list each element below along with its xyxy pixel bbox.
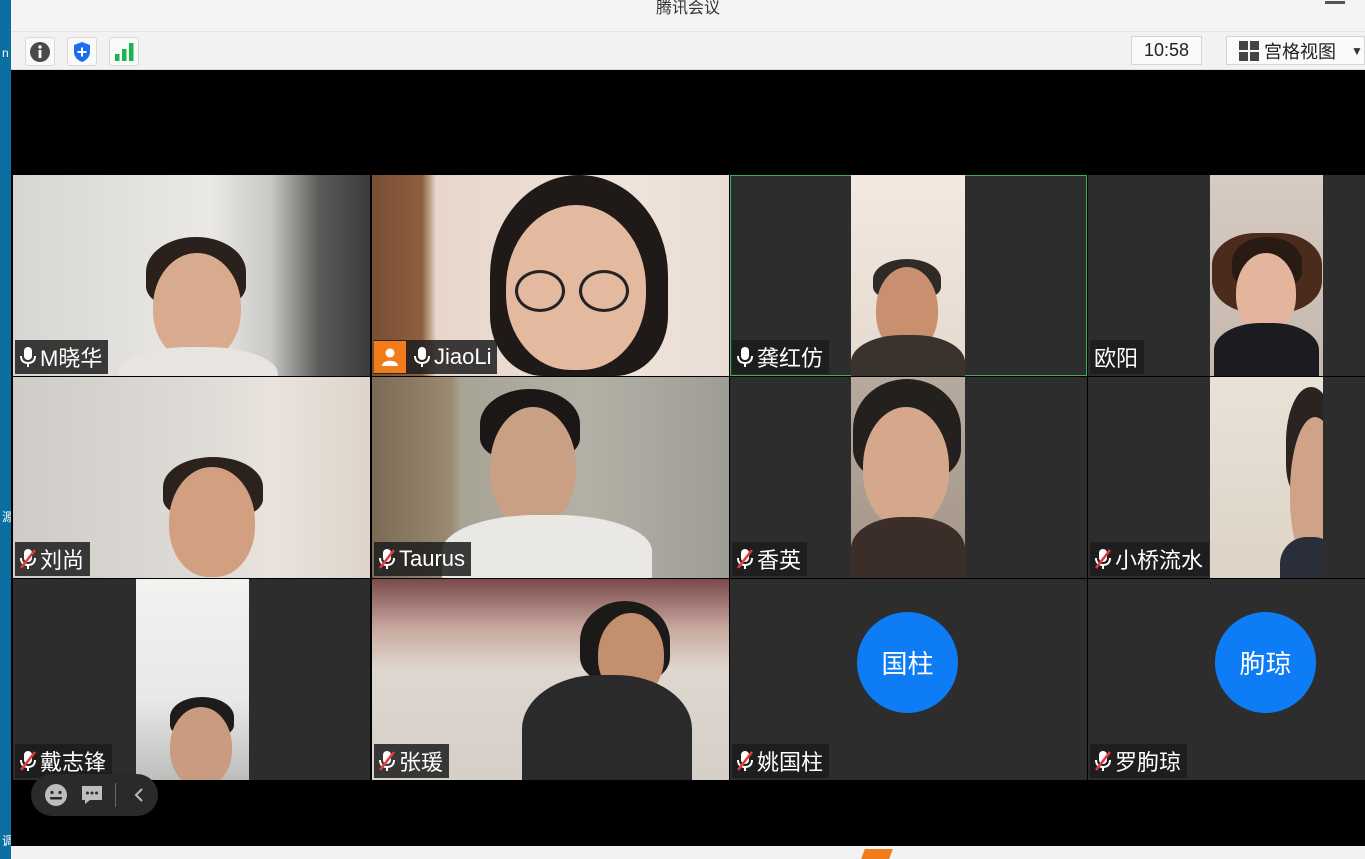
muted-microphone-icon xyxy=(19,548,37,570)
participant-nametag: JiaoLi xyxy=(374,340,498,374)
bar-divider xyxy=(115,783,116,807)
participant-name: Taurus xyxy=(399,546,466,571)
floating-action-bar xyxy=(31,774,158,816)
participant-nametag: 戴志锋 xyxy=(15,744,113,778)
emoji-icon xyxy=(45,784,67,806)
participant-nametag: 龚红仿 xyxy=(732,340,830,374)
meeting-toolbar: 10:58 宫格视图 ▼ xyxy=(11,31,1365,70)
participant-tile[interactable]: 张瑗 xyxy=(372,579,729,780)
grid-view-dropdown[interactable]: 宫格视图 ▼ xyxy=(1226,36,1365,65)
participant-tile[interactable]: 香英 xyxy=(730,377,1087,578)
microphone-icon xyxy=(413,346,431,368)
view-label: 宫格视图 xyxy=(1264,41,1336,62)
participant-nametag: 欧阳 xyxy=(1090,340,1145,374)
taskbar-app-icon xyxy=(861,849,893,859)
collapse-chevron-icon xyxy=(134,788,143,802)
video-feed xyxy=(136,579,249,780)
participant-tile[interactable]: Taurus xyxy=(372,377,729,578)
microphone-icon xyxy=(19,346,37,368)
participant-tile-camera-off[interactable]: 朐琼 罗朐琼 xyxy=(1088,579,1365,780)
participant-name: 欧阳 xyxy=(1094,346,1139,371)
participant-name: 刘尚 xyxy=(40,548,85,573)
info-icon xyxy=(30,41,50,62)
participant-avatar: 朐琼 xyxy=(1215,612,1316,713)
participant-nametag: 罗朐琼 xyxy=(1090,744,1188,778)
participant-name: 张瑗 xyxy=(399,750,444,775)
video-feed xyxy=(1210,377,1323,578)
muted-microphone-icon xyxy=(378,548,396,570)
participant-nametag: 香英 xyxy=(732,542,808,576)
participant-nametag: M晓华 xyxy=(15,340,109,374)
meeting-app: n 源 调 腾讯会议 10:58 宫格视图 ▼ M晓华 JiaoLi 龚红仿 欧… xyxy=(0,0,1365,859)
participant-name: 戴志锋 xyxy=(40,750,107,775)
participant-name: M晓华 xyxy=(40,346,103,371)
window-title: 腾讯会议 xyxy=(655,0,720,17)
grid-view-icon xyxy=(1239,40,1259,61)
security-button[interactable] xyxy=(67,37,97,66)
participant-tile[interactable]: M晓华 xyxy=(13,175,370,376)
participant-nametag: 刘尚 xyxy=(15,542,91,576)
participant-tile[interactable]: 欧阳 xyxy=(1088,175,1365,376)
participant-avatar: 国柱 xyxy=(857,612,958,713)
chat-icon xyxy=(82,786,102,804)
meeting-clock: 10:58 xyxy=(1131,36,1202,65)
host-badge-icon xyxy=(374,341,406,373)
microphone-icon xyxy=(736,346,754,368)
participant-name: JiaoLi xyxy=(434,344,492,369)
participant-name: 龚红仿 xyxy=(757,346,824,371)
desktop-fragment: n xyxy=(2,46,9,60)
participant-tile-camera-off[interactable]: 国柱 姚国柱 xyxy=(730,579,1087,780)
chevron-down-icon: ▼ xyxy=(1351,43,1363,58)
shield-icon xyxy=(74,41,90,62)
participant-nametag: Taurus xyxy=(374,542,472,576)
network-status-button[interactable] xyxy=(109,37,139,66)
title-bar: 腾讯会议 xyxy=(11,0,1365,31)
participant-name: 姚国柱 xyxy=(757,750,824,775)
muted-microphone-icon xyxy=(736,548,754,570)
participant-name: 香英 xyxy=(757,548,802,573)
participant-name: 小桥流水 xyxy=(1115,548,1204,573)
participant-tile[interactable]: JiaoLi xyxy=(372,175,729,376)
participant-name: 罗朐琼 xyxy=(1115,750,1182,775)
video-feed xyxy=(1210,175,1323,376)
meeting-info-button[interactable] xyxy=(25,37,55,66)
bottom-taskbar-strip xyxy=(11,846,1365,859)
muted-microphone-icon xyxy=(736,750,754,772)
muted-microphone-icon xyxy=(1094,750,1112,772)
signal-bars-icon xyxy=(115,42,134,61)
participant-nametag: 姚国柱 xyxy=(732,744,830,778)
muted-microphone-icon xyxy=(378,750,396,772)
video-feed xyxy=(851,377,965,578)
participant-tile[interactable]: 小桥流水 xyxy=(1088,377,1365,578)
participant-nametag: 张瑗 xyxy=(374,744,450,778)
chat-button[interactable] xyxy=(79,782,105,808)
video-grid-stage: M晓华 JiaoLi 龚红仿 欧阳 刘尚 Taurus 香英 小桥流水 戴志锋 … xyxy=(11,70,1365,846)
muted-microphone-icon xyxy=(1094,548,1112,570)
collapse-button[interactable] xyxy=(126,782,152,808)
participant-tile[interactable]: 戴志锋 xyxy=(13,579,370,780)
minimize-button[interactable] xyxy=(1325,1,1345,4)
background-desktop-strip: n 源 调 xyxy=(0,0,14,859)
participant-tile[interactable]: 刘尚 xyxy=(13,377,370,578)
participant-nametag: 小桥流水 xyxy=(1090,542,1210,576)
video-feed xyxy=(851,175,965,376)
emoji-button[interactable] xyxy=(43,782,69,808)
muted-microphone-icon xyxy=(19,750,37,772)
participant-tile-active-speaker[interactable]: 龚红仿 xyxy=(730,175,1087,376)
